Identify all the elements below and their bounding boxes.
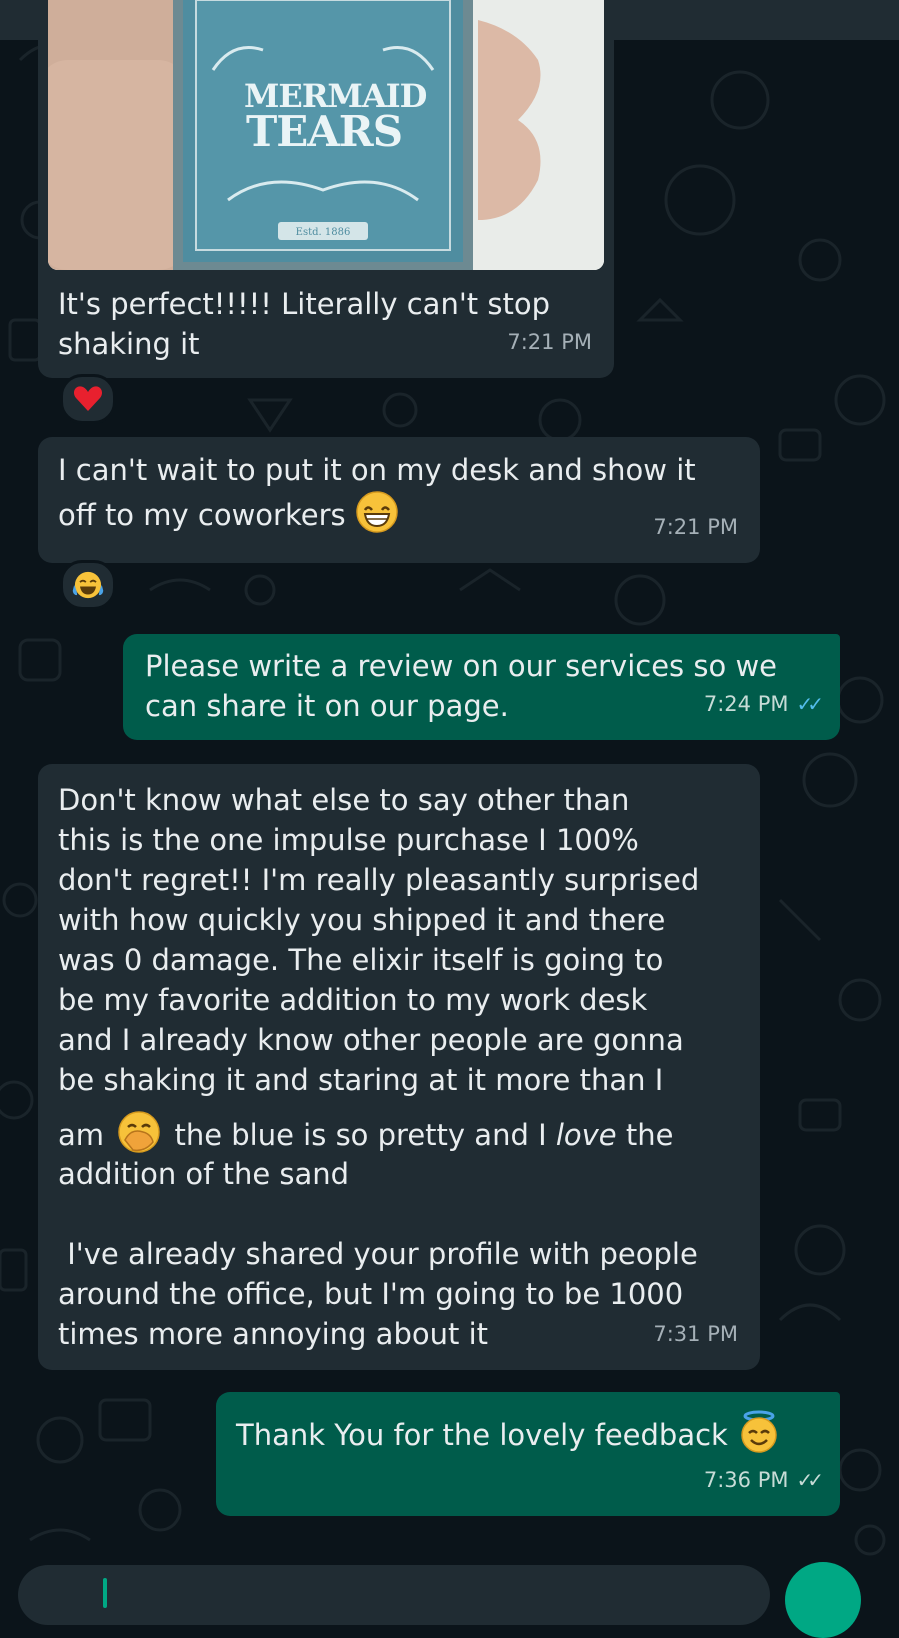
message-timestamp: 7:36 PM ✓✓: [704, 1460, 824, 1500]
message-photo[interactable]: Estd. 1886 MERMAID TEARS: [48, 0, 604, 270]
photo-label-bottom: TEARS: [245, 107, 403, 156]
message-timestamp: 7:31 PM: [653, 1322, 738, 1346]
message-text-line: am the blue is so pretty and I love the: [58, 1110, 748, 1155]
tears-of-joy-icon: [72, 571, 104, 599]
message-timestamp: 7:21 PM: [507, 330, 592, 354]
message-incoming-photo[interactable]: Estd. 1886 MERMAID TEARS It's perfect!!!…: [38, 0, 614, 378]
message-outgoing[interactable]: Thank You for the lovely feedback 7:36 P…: [216, 1392, 840, 1516]
message-incoming-review[interactable]: Don't know what else to say other than t…: [38, 764, 760, 1370]
reaction-badge[interactable]: [60, 560, 116, 610]
read-receipt-icon: ✓✓: [796, 692, 823, 716]
microphone-button[interactable]: [785, 1562, 861, 1638]
grinning-face-icon: [356, 491, 398, 533]
message-text: Don't know what else to say other than t…: [58, 783, 700, 1097]
message-timestamp: 7:24 PM ✓✓: [704, 684, 824, 724]
message-timestamp: 7:21 PM: [653, 515, 738, 539]
face-with-hand-over-mouth-icon: [118, 1111, 160, 1153]
message-text: I can't wait to put it on my desk and sh…: [58, 453, 696, 533]
message-text: addition of the sand I've already shared…: [58, 1157, 698, 1351]
reaction-badge[interactable]: [60, 374, 116, 424]
message-outgoing[interactable]: Please write a review on our services so…: [123, 634, 840, 740]
message-text: Thank You for the lovely feedback: [236, 1410, 826, 1455]
message-incoming[interactable]: I can't wait to put it on my desk and sh…: [38, 437, 760, 563]
red-heart-icon: [73, 386, 103, 411]
delivered-ticks-icon: ✓✓: [796, 1468, 823, 1492]
photo-est-text: Estd. 1886: [296, 227, 351, 238]
message-input-bar[interactable]: [18, 1565, 770, 1625]
text-cursor: [103, 1578, 107, 1608]
smiling-face-with-halo-icon: [741, 1410, 777, 1453]
